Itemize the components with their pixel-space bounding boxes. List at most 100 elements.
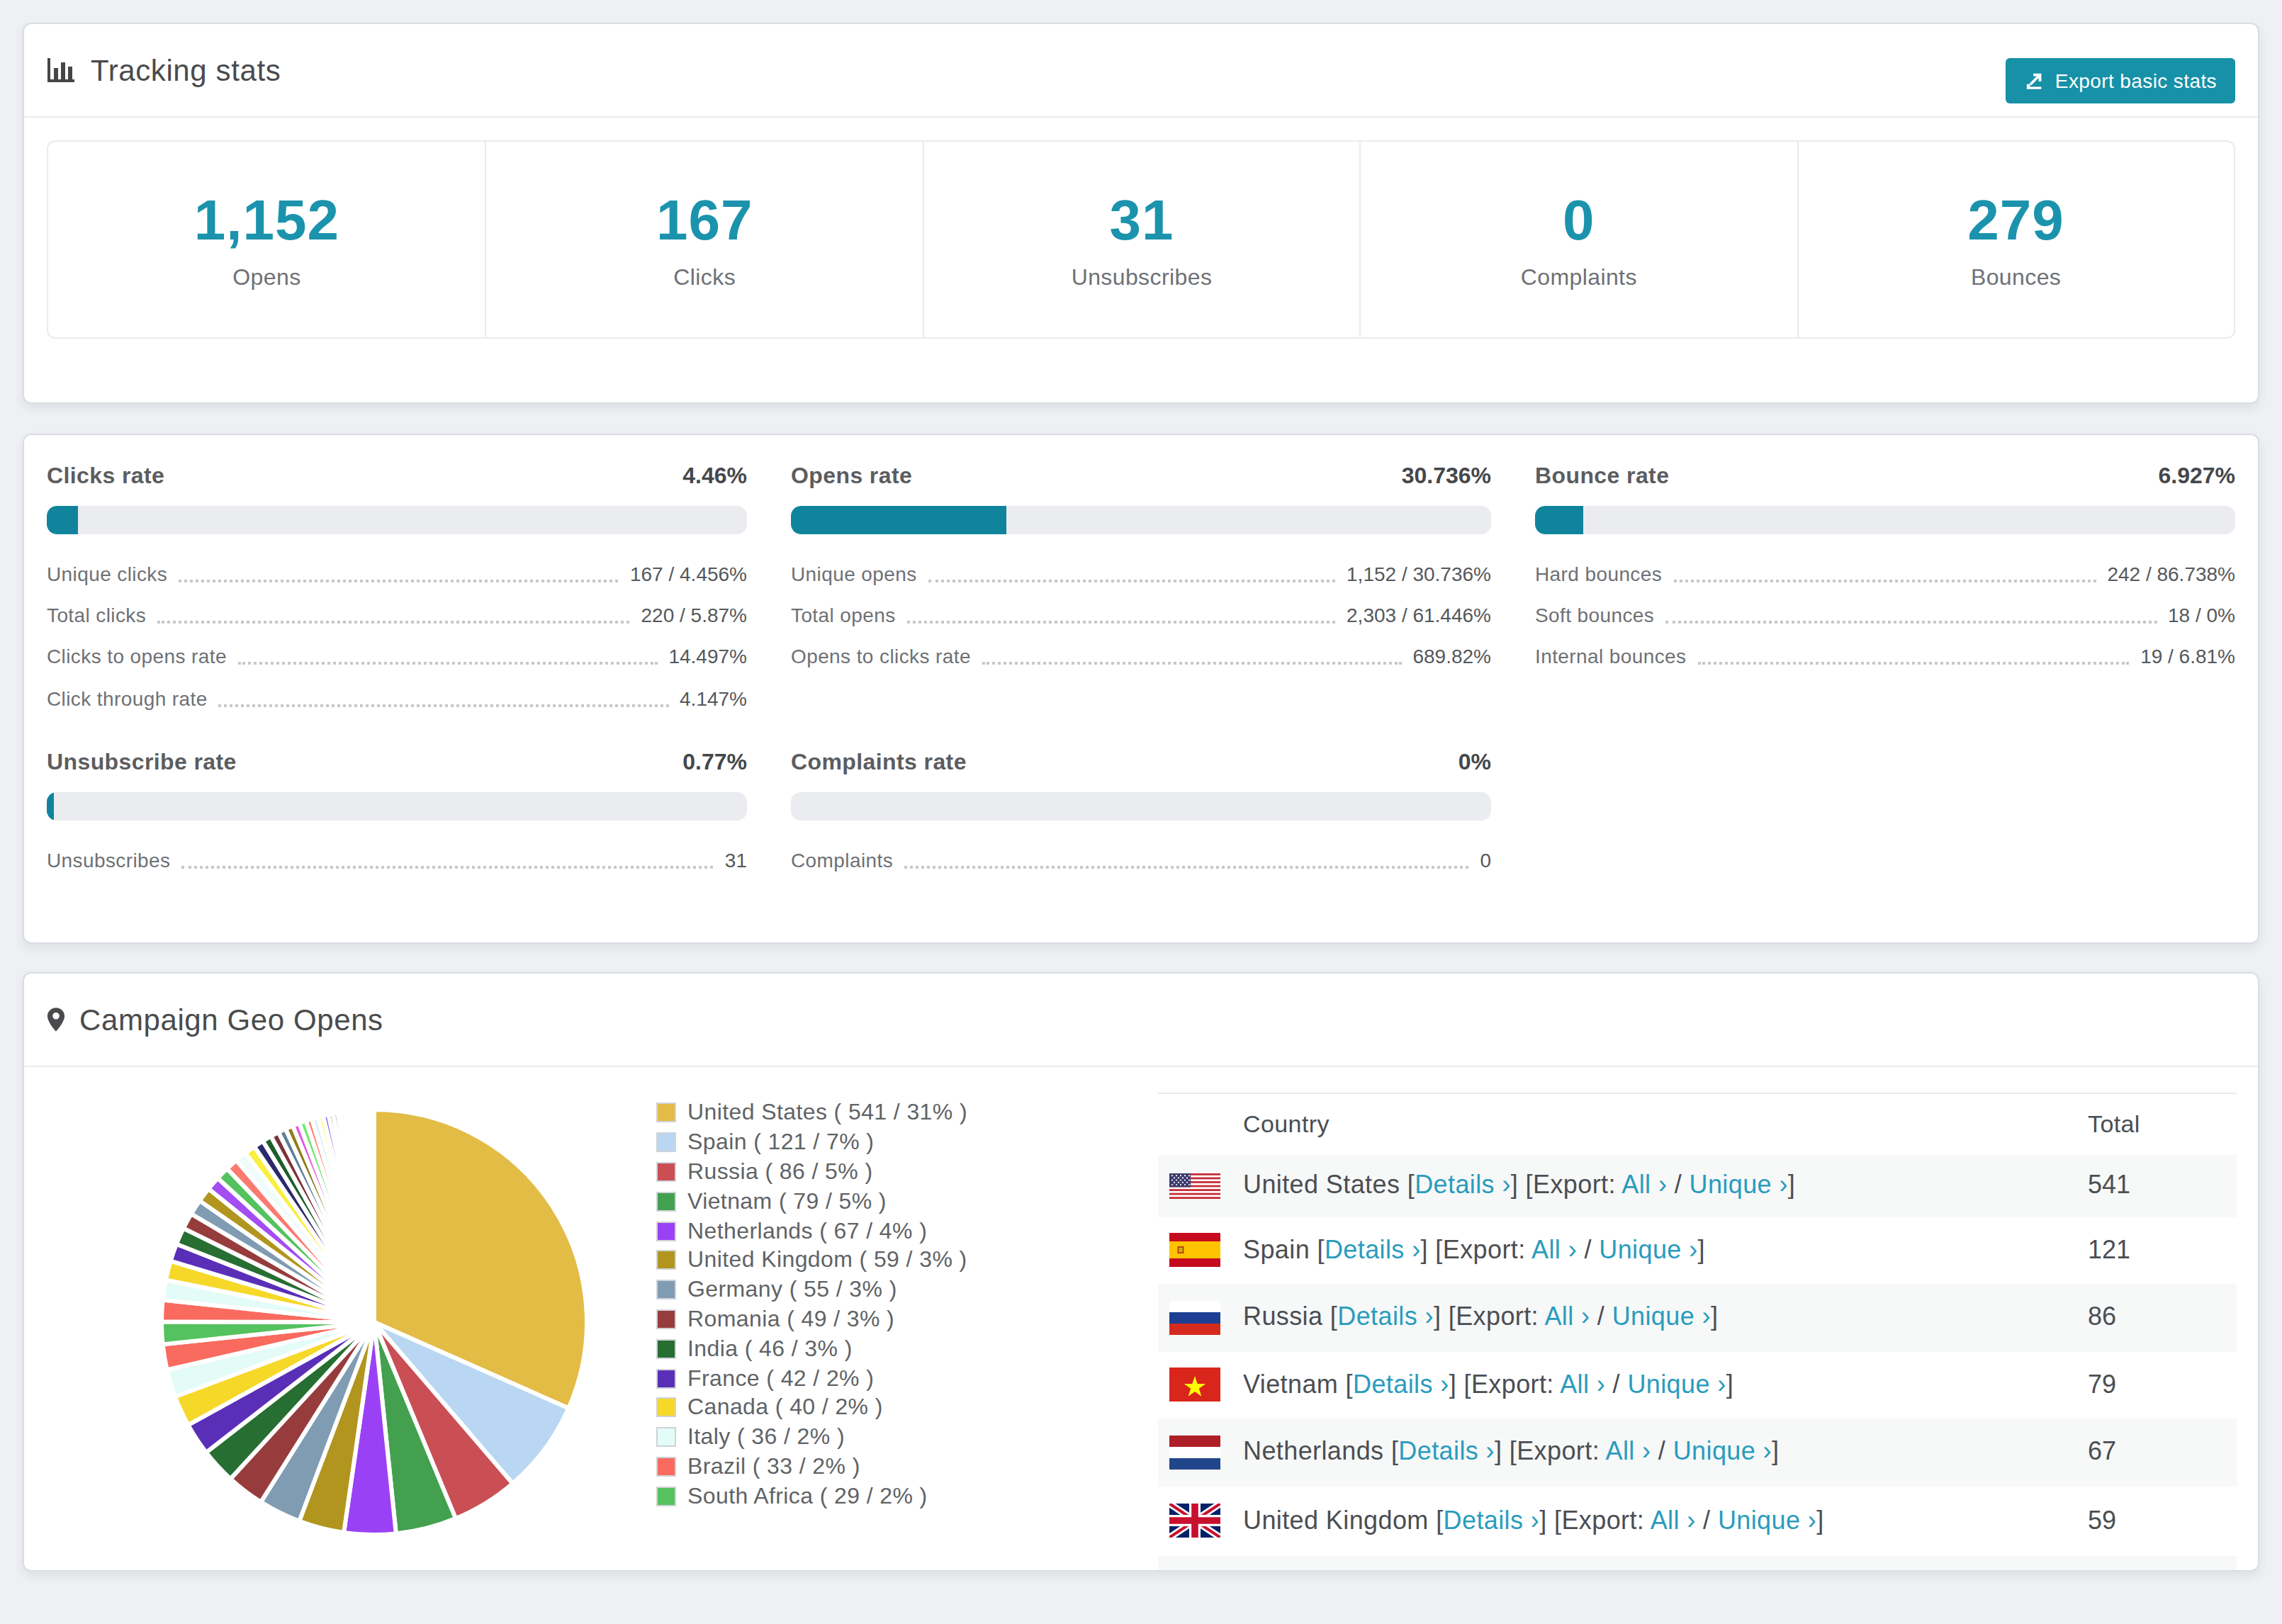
export-unique-link[interactable]: Unique ›: [1612, 1303, 1711, 1331]
geo-total-cell: 59: [2088, 1506, 2237, 1535]
country-name: Vietnam: [1243, 1370, 1338, 1399]
flag-us-icon: [1169, 1173, 1220, 1199]
rate-detail-label: Internal bounces: [1535, 645, 1686, 667]
stat-value: 31: [1109, 188, 1174, 252]
export-all-link[interactable]: All ›: [1605, 1438, 1651, 1466]
legend-swatch: [656, 1309, 676, 1329]
unsubscribe-rate-block: Unsubscribe rate0.77%Unsubscribes31: [47, 750, 747, 881]
legend-label: Germany ( 55 / 3% ): [687, 1277, 897, 1302]
details-link[interactable]: Details ›: [1337, 1303, 1434, 1331]
rate-detail-value: 18 / 0%: [2168, 604, 2235, 626]
clicks-rate-block: Clicks rate4.46%Unique clicks167 / 4.456…: [47, 463, 747, 718]
export-unique-link[interactable]: Unique ›: [1599, 1236, 1697, 1264]
legend-swatch: [656, 1398, 676, 1418]
stat-label: Clicks: [673, 265, 736, 291]
details-link[interactable]: Details ›: [1444, 1506, 1540, 1534]
rate-detail-label: Clicks to opens rate: [47, 645, 227, 667]
geo-country-cell: United States [Details ›] [Export: All ›…: [1243, 1171, 2088, 1201]
rate-value: 30.736%: [1402, 463, 1491, 489]
legend-label: Spain ( 121 / 7% ): [687, 1129, 874, 1155]
rates-card: Clicks rate4.46%Unique clicks167 / 4.456…: [23, 434, 2259, 944]
export-unique-link[interactable]: Unique ›: [1718, 1506, 1816, 1534]
flag-nl-icon: [1169, 1436, 1220, 1470]
rate-detail-label: Hard bounces: [1535, 562, 1662, 585]
geo-table-row-nl: Netherlands [Details ›] [Export: All › /…: [1158, 1419, 2237, 1486]
export-all-link[interactable]: All ›: [1544, 1303, 1590, 1331]
export-all-link[interactable]: All ›: [1651, 1506, 1696, 1534]
export-unique-link[interactable]: Unique ›: [1690, 1171, 1788, 1200]
legend-label: Canada ( 40 / 2% ): [687, 1395, 883, 1421]
rate-title: Unsubscribe rate: [47, 750, 237, 775]
export-all-link[interactable]: All ›: [1560, 1370, 1605, 1399]
stat-complaints: 0 Complaints: [1359, 142, 1797, 337]
geo-table-header-country: Country: [1243, 1110, 1330, 1139]
rate-value: 0.77%: [682, 750, 747, 775]
campaign-geo-header: Campaign Geo Opens: [24, 974, 2258, 1067]
legend-swatch: [656, 1221, 676, 1241]
bar-chart-icon: [47, 58, 77, 82]
export-unique-link[interactable]: Unique ›: [1627, 1370, 1726, 1399]
flag-ru-icon: [1169, 1301, 1220, 1335]
legend-item: Netherlands ( 67 / 4% ): [656, 1216, 967, 1246]
legend-swatch: [656, 1487, 676, 1506]
details-link[interactable]: Details ›: [1415, 1171, 1511, 1200]
stat-label: Opens: [232, 265, 300, 291]
rate-detail-value: 220 / 5.87%: [641, 604, 747, 626]
rate-detail-value: 689.82%: [1412, 645, 1491, 667]
rate-progress-bar: [1535, 506, 2235, 534]
rate-detail-row: Clicks to opens rate14.497%: [47, 636, 747, 677]
stat-opens: 1,152Opens: [48, 142, 485, 337]
geo-table-header: Country Total: [1158, 1094, 2237, 1155]
legend-item: United States ( 541 / 31% ): [656, 1098, 967, 1128]
legend-item: Germany ( 55 / 3% ): [656, 1275, 967, 1305]
rate-detail-value: 167 / 4.456%: [630, 562, 747, 585]
geo-total-cell: 541: [2088, 1171, 2237, 1201]
details-link[interactable]: Details ›: [1353, 1370, 1449, 1399]
rate-value: 6.927%: [2158, 463, 2235, 489]
rate-detail-row: Unique opens 1,152 / 30.736%: [791, 553, 1491, 594]
legend-label: South Africa ( 29 / 2% ): [687, 1484, 928, 1509]
export-all-link[interactable]: All ›: [1621, 1171, 1667, 1200]
legend-item: Russia ( 86 / 5% ): [656, 1157, 967, 1187]
rate-detail-label: Unique clicks: [47, 562, 167, 585]
legend-label: France ( 42 / 2% ): [687, 1365, 874, 1391]
rate-detail-row: Total clicks220 / 5.87%: [47, 594, 747, 636]
rate-detail-value: 31: [725, 849, 747, 872]
rate-progress-bar: [47, 792, 747, 821]
stat-clicks: 167 Clicks: [485, 142, 923, 337]
geo-table-row-es: Spain [Details ›] [Export: All › / Uniqu…: [1158, 1217, 2237, 1284]
rate-detail-label: Complaints: [791, 849, 893, 872]
rate-detail-value: 1,152 / 30.736%: [1347, 562, 1491, 585]
rate-detail-value: 19 / 6.81%: [2140, 645, 2235, 667]
rate-detail-row: Internal bounces 19 / 6.81%: [1535, 636, 2235, 677]
legend-item: Romania ( 49 / 3% ): [656, 1304, 967, 1334]
rate-detail-label: Soft bounces: [1535, 604, 1654, 626]
legend-label: Russia ( 86 / 5% ): [687, 1159, 873, 1185]
legend-item: India ( 46 / 3% ): [656, 1334, 967, 1364]
stats-summary-row: 1,152Opens167Clicks31Unsubscribes0Compla…: [47, 140, 2235, 339]
legend-label: Netherlands ( 67 / 4% ): [687, 1218, 927, 1244]
details-link[interactable]: Details ›: [1398, 1438, 1495, 1466]
tracking-stats-title: Tracking stats: [47, 53, 281, 87]
stat-value: 167: [656, 188, 753, 252]
rate-value: 4.46%: [682, 463, 747, 489]
stat-value: 0: [1563, 188, 1595, 252]
legend-label: Brazil ( 33 / 2% ): [687, 1454, 860, 1479]
rate-detail-row: Unique clicks 167 / 4.456%: [47, 553, 747, 594]
rate-detail-label: Opens to clicks rate: [791, 645, 971, 667]
geo-total-cell: 86: [2088, 1303, 2237, 1333]
legend-label: Italy ( 36 / 2% ): [687, 1424, 845, 1450]
legend-swatch: [656, 1339, 676, 1359]
geo-country-table: Country Total United States [Details ›] …: [1158, 1093, 2237, 1572]
rate-detail-row: Complaints0: [791, 839, 1491, 881]
geo-total-cell: 121: [2088, 1236, 2237, 1265]
campaign-geo-title-text: Campaign Geo Opens: [79, 1003, 383, 1037]
stat-label: Complaints: [1521, 265, 1637, 291]
campaign-geo-card: Campaign Geo Opens United States ( 541 /…: [23, 972, 2259, 1572]
export-all-link[interactable]: All ›: [1531, 1236, 1577, 1264]
export-basic-stats-button[interactable]: Export basic stats: [2006, 57, 2235, 103]
details-link[interactable]: Details ›: [1325, 1236, 1421, 1264]
rate-detail-label: Unique opens: [791, 562, 917, 585]
legend-item: Italy ( 36 / 2% ): [656, 1423, 967, 1453]
export-unique-link[interactable]: Unique ›: [1673, 1438, 1772, 1466]
